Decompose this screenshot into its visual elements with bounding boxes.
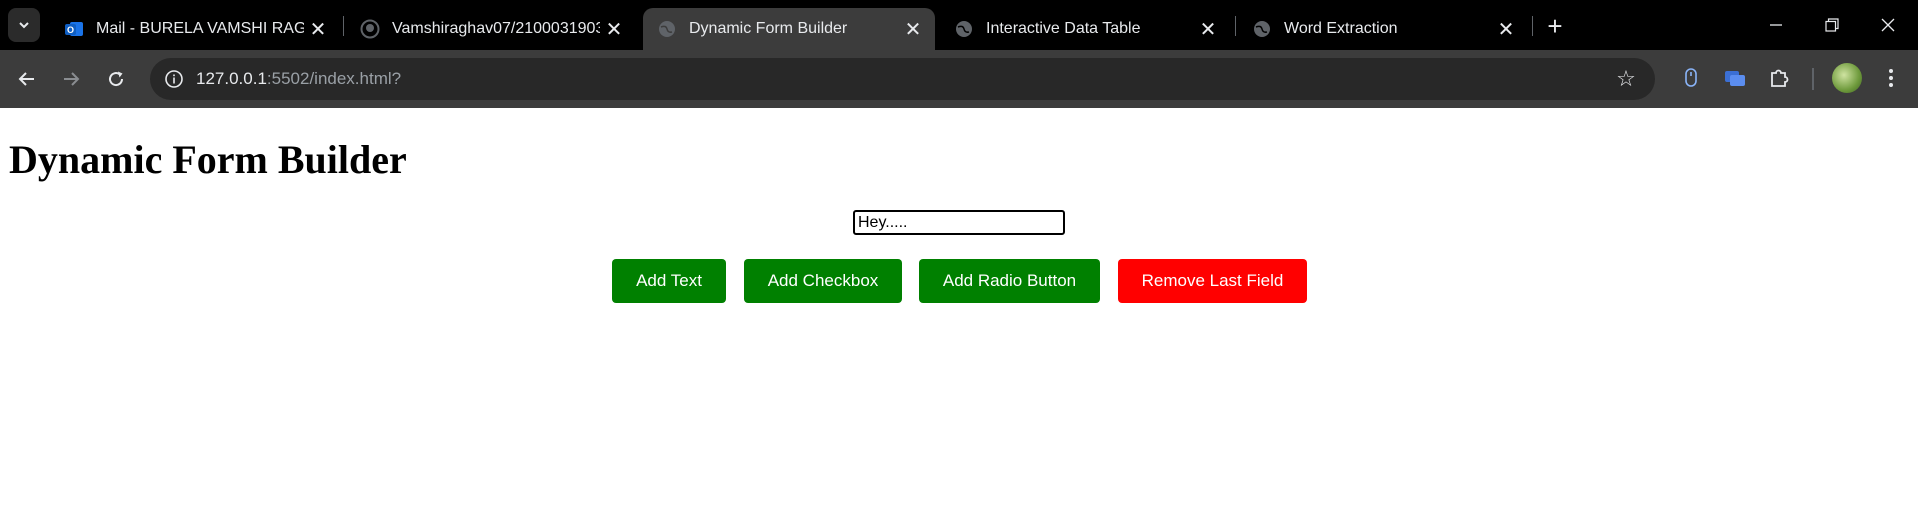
mouse-extension-icon[interactable] — [1676, 63, 1706, 93]
outlook-icon: O — [64, 19, 84, 39]
plus-icon: + — [1547, 10, 1563, 41]
close-icon[interactable]: ✕ — [600, 15, 628, 43]
url-host: 127.0.0.1 — [196, 69, 267, 88]
close-icon[interactable]: ✕ — [304, 15, 332, 43]
tab-title: Word Extraction — [1284, 20, 1398, 37]
globe-icon — [954, 19, 974, 39]
form-field-container — [853, 210, 1065, 235]
globe-icon — [1252, 19, 1272, 39]
new-tab-button[interactable]: + — [1540, 10, 1570, 41]
close-icon[interactable]: ✕ — [899, 15, 927, 43]
browser-toolbar: 127.0.0.1:5502/index.html? ☆ — [0, 50, 1918, 108]
reload-button[interactable] — [99, 62, 133, 96]
tab-mail[interactable]: O Mail - BURELA VAMSHI RAGHAV ✕ — [50, 8, 340, 50]
tab-dynamic-form-builder[interactable]: Dynamic Form Builder ✕ — [643, 8, 935, 50]
minimize-icon — [1770, 24, 1782, 26]
toolbar-divider — [1812, 68, 1814, 90]
close-icon[interactable]: ✕ — [1194, 15, 1222, 43]
url-path: :5502/index.html? — [266, 69, 402, 88]
reload-icon — [109, 71, 124, 87]
more-menu-icon[interactable] — [1876, 63, 1906, 93]
close-icon[interactable]: ✕ — [1492, 15, 1520, 43]
restore-icon — [1825, 18, 1839, 32]
site-info-icon[interactable] — [162, 67, 186, 91]
profile-avatar[interactable] — [1832, 63, 1862, 93]
github-icon — [360, 19, 380, 39]
add-radio-button-button[interactable]: Add Radio Button — [919, 259, 1100, 303]
tab-title: Interactive Data Table — [986, 20, 1141, 37]
address-bar[interactable]: 127.0.0.1:5502/index.html? ☆ — [150, 58, 1655, 100]
add-text-button[interactable]: Add Text — [612, 259, 726, 303]
globe-icon — [657, 19, 677, 39]
url-text: 127.0.0.1:5502/index.html? — [196, 69, 401, 89]
page-content: Dynamic Form Builder Add Text Add Checkb… — [0, 108, 1918, 522]
page-title: Dynamic Form Builder — [9, 137, 407, 182]
arrow-right-icon — [64, 72, 80, 86]
tab-strip: O Mail - BURELA VAMSHI RAGHAV ✕ Vamshira… — [0, 0, 1918, 50]
tab-word-extraction[interactable]: Word Extraction ✕ — [1238, 8, 1528, 50]
tab-divider — [1532, 16, 1533, 36]
close-window-button[interactable] — [1860, 0, 1916, 50]
arrow-left-icon — [18, 72, 34, 86]
screen-extension-icon[interactable] — [1720, 63, 1750, 93]
add-checkbox-button[interactable]: Add Checkbox — [744, 259, 902, 303]
restore-button[interactable] — [1804, 0, 1860, 50]
forward-button[interactable] — [54, 62, 88, 96]
tab-title: Mail - BURELA VAMSHI RAGHAV — [96, 20, 304, 37]
chevron-down-icon — [19, 22, 29, 29]
tab-title: Vamshiraghav07/2100031903_F — [392, 20, 600, 37]
dynamic-text-field[interactable] — [853, 210, 1065, 235]
bookmark-star-icon[interactable]: ☆ — [1613, 66, 1639, 92]
tab-title: Dynamic Form Builder — [689, 20, 848, 37]
svg-text:O: O — [67, 25, 74, 35]
tab-interactive-data-table[interactable]: Interactive Data Table ✕ — [940, 8, 1230, 50]
minimize-button[interactable] — [1748, 0, 1804, 50]
tab-search-button[interactable] — [8, 8, 40, 42]
close-icon — [1881, 18, 1895, 32]
tab-github[interactable]: Vamshiraghav07/2100031903_F ✕ — [346, 8, 636, 50]
tab-divider — [1235, 16, 1236, 36]
tab-divider — [343, 16, 344, 36]
back-button[interactable] — [10, 62, 44, 96]
extensions-puzzle-icon[interactable] — [1764, 63, 1794, 93]
remove-last-field-button[interactable]: Remove Last Field — [1118, 259, 1307, 303]
